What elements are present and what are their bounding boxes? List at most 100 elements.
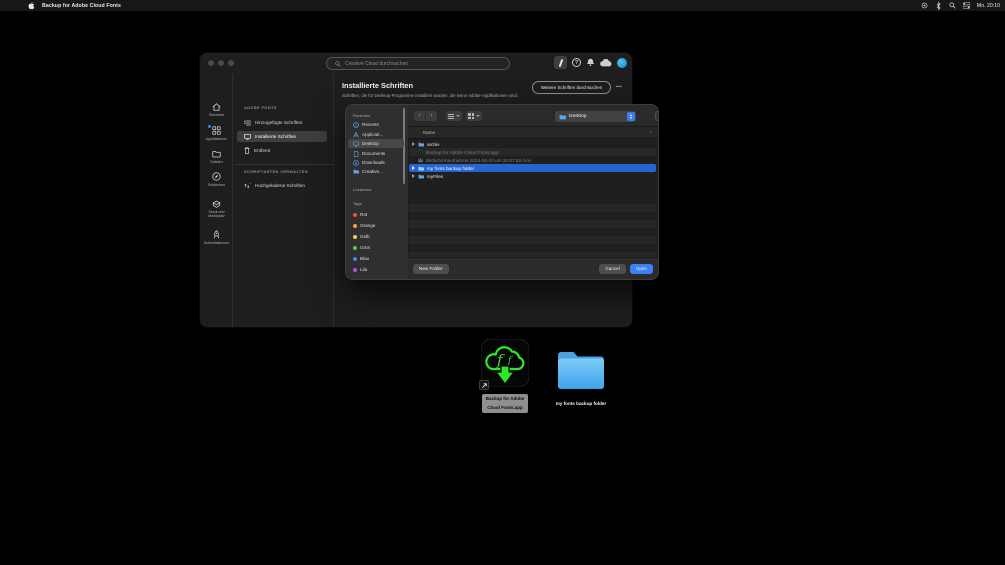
folder-icon [418,174,424,178]
list-view-icon [448,113,454,119]
sort-direction-icon: ^ [649,130,652,135]
tag-yellow[interactable]: Gelb [348,232,404,241]
disclosure-triangle-icon[interactable] [412,174,415,178]
installed-fonts-icon [244,133,251,140]
manage-fonts-section-title: SCHRIFTARTEN VERWALTEN [244,169,308,174]
tag-gray[interactable]: Grau [348,276,404,279]
favorites-section-title: Favorites [353,113,371,118]
desktop: Backup for Adobe Cloud Fonts Mo. 20:10 C… [0,0,1005,565]
column-header-name[interactable]: Name ^ [408,127,658,139]
added-fonts-icon [244,119,251,125]
tag-color-dot [353,212,357,217]
folder-icon [559,114,566,119]
tag-orange[interactable]: Orange [348,221,404,230]
tag-red[interactable]: Rot [348,210,404,219]
pencil-tool-icon[interactable] [554,56,567,69]
app-icon [418,149,423,155]
tag-color-dot [353,267,357,272]
applications-icon [353,131,359,138]
account-avatar[interactable] [617,57,627,68]
cc-search-bar[interactable]: Creative Cloud durchsuchen [326,57,510,70]
sidebar-item-added-fonts[interactable]: Hinzugefügte Schriften [237,117,327,128]
sidebar-divider [234,164,333,165]
file-row[interactable]: Bildschirmaufnahme 2024-06-10 um 20.07.5… [409,156,656,164]
cancel-button[interactable]: Cancel [599,263,626,274]
sidebar-item-installed-fonts[interactable]: Installierte Schriften [237,131,327,142]
zoom-button[interactable] [228,60,234,66]
control-center-icon[interactable] [962,2,970,9]
nav-quick-actions[interactable]: Schnellaktionen [200,230,233,245]
menu-bar: Backup for Adobe Cloud Fonts Mo. 20:10 [0,0,1005,11]
trash-icon [244,147,250,154]
nav-stock[interactable]: Stock und Marktplatz [200,200,233,218]
nav-files[interactable]: Dateien [200,150,233,164]
tag-color-dot [353,234,357,239]
menu-bar-clock[interactable]: Mo. 20:10 [977,3,1000,9]
back-button[interactable]: ‹ [414,111,425,121]
tag-purple[interactable]: Lila [348,265,404,274]
sidebar-item-uploaded-fonts[interactable]: Hochgeladene Schriften [237,180,327,191]
close-button[interactable] [208,60,214,66]
uploaded-fonts-icon [244,182,251,188]
downloads-icon [353,159,359,166]
location-popup[interactable]: Desktop [555,111,636,122]
cc-nav-rail: Startseite Applikationen Dateien Entdeck… [200,74,233,327]
file-row-selected[interactable]: my fonts backup folder [409,164,656,172]
file-row[interactable]: archiv [409,140,656,148]
rocket-icon [213,230,220,239]
search-icon [335,60,341,67]
apps-notification-badge [208,125,211,128]
cloud-sync-icon[interactable] [600,58,612,67]
apple-menu-icon[interactable] [28,1,35,9]
sidebar-item-downloads[interactable]: Downloads [348,158,404,167]
page-subtitle: Schriften, die für Desktop-Programme ins… [342,93,519,98]
sidebar-item-recents[interactable]: Recents [348,120,404,129]
nav-home[interactable]: Startseite [200,103,233,117]
icon-view-button[interactable] [466,111,482,121]
sidebar-item-applications[interactable]: Applicati... [348,130,404,139]
spotlight-icon[interactable] [949,2,956,9]
minimize-button[interactable] [218,60,224,66]
document-icon [353,150,359,157]
cc-titlebar: Creative Cloud durchsuchen ? [200,53,632,74]
disclosure-triangle-icon[interactable] [412,166,415,170]
adobe-fonts-section-title: ADOBE FONTS [244,105,277,110]
browse-more-fonts-button[interactable]: Weitere Schriften durchsuchen [532,81,611,94]
bell-icon[interactable] [586,58,595,67]
sidebar-item-desktop[interactable]: Desktop [348,139,404,148]
list-view-button[interactable] [446,111,462,121]
page-title: Installierte Schriften [342,81,414,90]
sidebar-item-creative-cloud[interactable]: Creative... [348,167,404,176]
dialog-toolbar: ‹ › Desktop Search [408,105,658,127]
tag-color-dot [353,245,357,250]
dialog-search-field[interactable]: Search [655,111,658,121]
sidebar-item-documents[interactable]: Documents [348,149,404,158]
menu-bar-app-name[interactable]: Backup for Adobe Cloud Fonts [42,3,121,9]
bluetooth-icon[interactable] [935,1,942,10]
screen-mirroring-icon[interactable] [921,2,928,9]
more-options-button[interactable]: ••• [616,84,622,89]
desktop-folder-icon-label[interactable]: my fonts backup folder [551,401,611,406]
new-folder-button[interactable]: New Folder [413,263,449,274]
help-icon[interactable]: ? [572,58,581,67]
folder-icon [353,169,359,174]
empty-row-stripes [409,204,656,257]
desktop-folder-icon[interactable] [556,348,606,391]
file-row[interactable]: Backup for Adobe Cloud Fonts.app [409,148,656,156]
file-row[interactable]: myFiles [409,172,656,180]
desktop-app-icon-label[interactable]: Backup for Adobe Cloud Fonts.app [482,394,528,414]
apps-grid-icon [212,126,221,135]
grid-view-icon [468,113,474,119]
popup-stepper-icon [627,112,635,121]
tag-blue[interactable]: Blau [348,254,404,263]
cc-fonts-sidebar: ADOBE FONTS Hinzugefügte Schriften Insta… [234,74,334,327]
forward-button[interactable]: › [426,111,437,121]
movie-file-icon [418,158,423,162]
nav-apps[interactable]: Applikationen [200,125,233,141]
sidebar-item-removed[interactable]: Entfernt [237,145,327,156]
tag-green[interactable]: Grün [348,243,404,252]
open-button[interactable]: Open [629,263,653,274]
nav-discover[interactable]: Entdecken [200,172,233,187]
tag-color-dot [353,256,357,261]
disclosure-triangle-icon[interactable] [412,142,415,146]
